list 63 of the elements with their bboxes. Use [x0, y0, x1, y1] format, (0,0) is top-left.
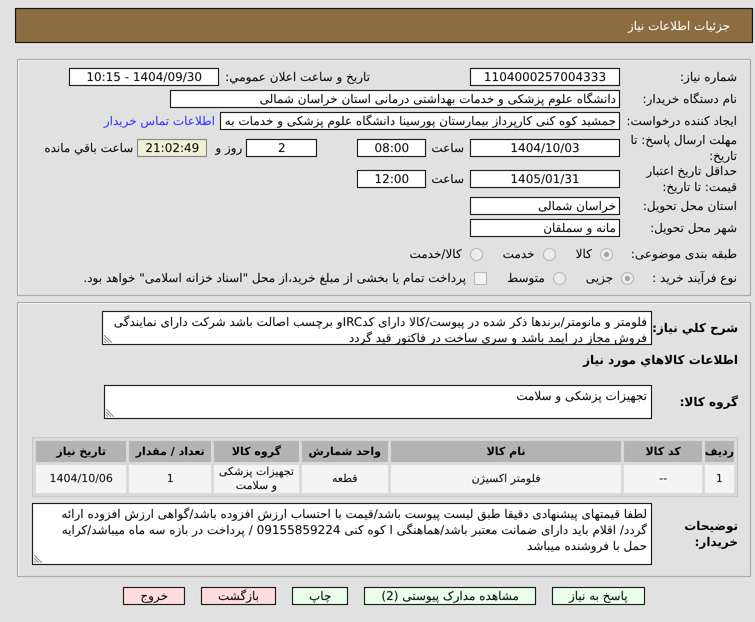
remaining-time-field[interactable]: 21:02:49 [137, 138, 208, 156]
field-label: مهلت ارسال پاسخ: تا تاریخ: [629, 132, 737, 164]
table-header-cell: تاریخ نیاز [36, 441, 126, 462]
table-cell: 1 [129, 465, 212, 493]
table-cell: -- [624, 465, 702, 493]
time-field[interactable]: 12:00 [357, 170, 426, 188]
section-title: اطلاعات كالاهاي مورد نیاز [582, 352, 738, 368]
field-label: شماره نیاز: [679, 69, 737, 85]
field-label: نوع فرآیند خرید : [652, 271, 737, 285]
option-label: متوسط [507, 271, 545, 285]
date-field[interactable]: 1404/10/03 [470, 138, 620, 156]
table-header-cell: نام کالا [390, 441, 622, 462]
date-field[interactable]: 1405/01/31 [470, 170, 620, 188]
action-button[interactable]: پاسخ به نیاز [552, 587, 645, 605]
table-header-cell: واحد شمارش [302, 441, 388, 462]
field-label: ساعت باقي مانده [44, 140, 134, 154]
table-cell: 1 [704, 465, 734, 493]
goods-group-field[interactable]: تجهیزات پزشکی و سلامت [104, 385, 652, 419]
field-label: استان محل تحویل: [642, 198, 737, 214]
field-label: ساعت [431, 172, 464, 186]
field-label: تاريخ و ساعت اعلان عمومي: [225, 70, 370, 84]
checkbox-label: پرداخت تمام یا بخشی از مبلغ خرید،از محل "اسناد خزانه اسلامی" خواهد بود. [83, 271, 466, 285]
action-button[interactable]: مشاهده مدارک پیوستی (2) [364, 587, 536, 605]
table-cell: فلومتر اکسیژن [390, 465, 622, 493]
table-cell: تجهیزات پزشکی و سلامت [214, 465, 299, 493]
resize-grip-icon[interactable] [34, 555, 42, 563]
field-label: حداقل تاریخ اعتبار قیمت: تا تاریخ: [644, 163, 737, 195]
field-label: گروه کالا: [678, 394, 738, 410]
field-label: طبقه بندی موضوعی: [630, 247, 737, 261]
table-header-cell: کد کالا [624, 441, 702, 462]
option-label: کالا/خدمت [409, 247, 462, 261]
need-number-field[interactable]: 1104000257004333 [470, 68, 620, 86]
resize-grip-icon[interactable] [106, 409, 114, 417]
days-field[interactable]: 2 [246, 138, 318, 156]
requester-field[interactable]: جمشید کوه کنی کارپرداز بیمارستان پورسینا دانشگاه علوم پزشکی و خدمات به [220, 112, 620, 130]
table-cell: قطعه [302, 465, 388, 493]
page-title: جزئیات اطلاعات نیاز [628, 18, 730, 32]
option-label: خدمت [502, 247, 535, 261]
time-field[interactable]: 08:00 [357, 138, 426, 156]
table-header-cell: تعداد / مقدار [129, 441, 212, 462]
field-label: شرح کلي نیاز: [652, 320, 738, 336]
option-label: جزیی [586, 271, 614, 285]
checkbox[interactable] [474, 272, 488, 284]
option-label: کالا [576, 247, 592, 261]
field-label: روز و [215, 140, 242, 154]
table-cell: 1404/10/06 [36, 465, 126, 493]
table-header-cell: گروه کالا [214, 441, 299, 462]
field-label: شهر محل تحویل: [649, 220, 737, 236]
city-field[interactable]: مانه و سملقان [470, 219, 620, 237]
buyer-organization-field[interactable]: دانشگاه علوم پزشکی و خدمات بهداشتی درمانی استان خراسان شمالی [170, 90, 620, 108]
table-header-cell: ردیف [704, 441, 734, 462]
field-label: ساعت [431, 140, 464, 154]
exit-button[interactable]: خروج [123, 587, 185, 605]
exit-button[interactable]: بازگشت [201, 587, 276, 605]
field-label: نام دستگاه خریدار: [642, 91, 737, 107]
action-button[interactable]: چاپ [292, 587, 348, 605]
province-field[interactable]: خراسان شمالی [470, 197, 620, 215]
field-label: ایجاد کننده درخواست: [625, 113, 737, 129]
notes-field[interactable]: لطفا قیمتهای پیشنهادی دقیقا طبق لیست پیوست باشد/قیمت با احتساب ارزش افزوده باشد/گواهی ارزش افزوده ارائه گردد/ اقلام باید دارای ضمانت معتبر باشد/هماهنگی ا کوه کنی 09155859224 / پرداخت در بازه سه ماه میباشد/کرایه حمل با فروشنده میباشد [32, 503, 652, 565]
field-label: توضیحات خریدار: [683, 518, 738, 550]
contact-link[interactable]: اطلاعات تماس خریدار [104, 114, 215, 128]
resize-grip-icon[interactable] [104, 335, 112, 343]
announcement-date-field[interactable]: 1404/09/30 - 10:15 [69, 68, 220, 86]
